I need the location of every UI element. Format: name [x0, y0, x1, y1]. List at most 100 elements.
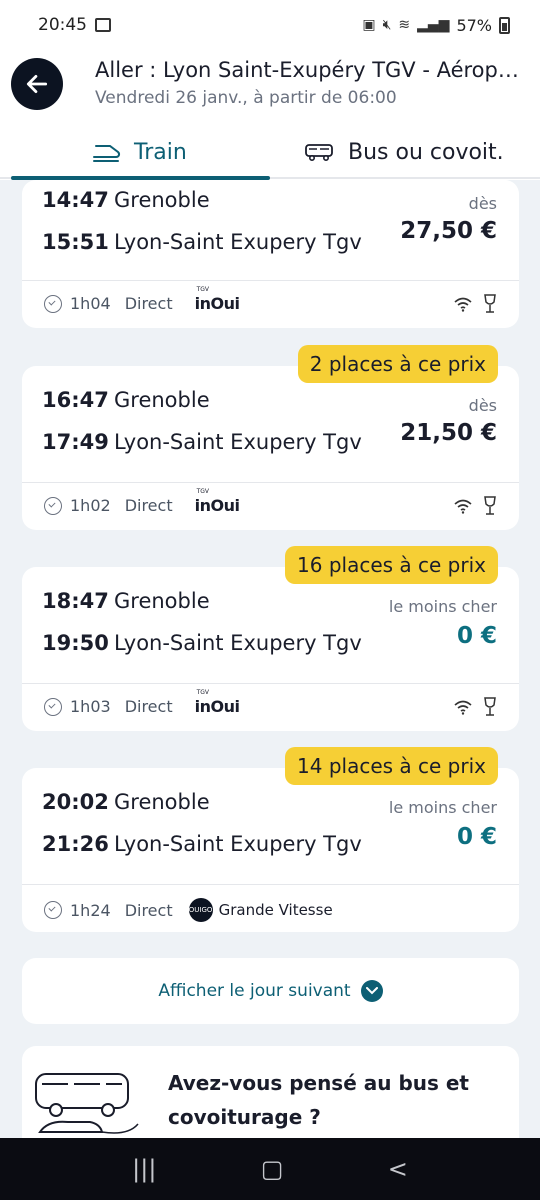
system-navigation-bar: ||| ▢ <	[0, 1138, 540, 1200]
clock-icon	[44, 496, 62, 515]
arrival-row: 17:49 Lyon-Saint Exupery Tgv	[42, 430, 362, 454]
arrival-station: Lyon-Saint Exupery Tgv	[114, 230, 362, 254]
bus-car-icon	[305, 144, 333, 162]
back-nav-icon[interactable]: <	[388, 1155, 408, 1183]
card-divider	[22, 280, 519, 281]
app-header: Aller : Lyon Saint-Exupéry TGV - Aéropor…	[0, 50, 540, 180]
departure-row: 14:47 Grenoble	[42, 188, 210, 212]
page-title: Aller : Lyon Saint-Exupéry TGV - Aéropor…	[95, 58, 525, 82]
battery-percent: 57%	[456, 15, 492, 35]
trip-meta: 1h02 Direct TGV inOui	[44, 488, 240, 515]
price: 0 €	[456, 623, 497, 649]
trip-meta: 1h04 Direct TGV inOui	[44, 286, 240, 313]
price: 21,50 €	[400, 420, 497, 446]
trip-type: Direct	[124, 697, 173, 716]
chevron-down-icon	[360, 980, 383, 1002]
back-button[interactable]	[11, 58, 63, 110]
price-label: le moins cher	[388, 798, 497, 817]
promo-line-1: Avez-vous pensé au bus et	[168, 1071, 469, 1095]
inoui-logo: TGV inOui	[194, 488, 240, 515]
trip-card[interactable]: 14:47 Grenoble dès 15:51 Lyon-Saint Exuper…	[22, 180, 519, 328]
duration: 1h04	[70, 294, 111, 313]
departure-time: 14:47	[42, 188, 109, 212]
status-icons: ▣ 🔇︎ ≋ ▂▄▆ 57%	[362, 16, 510, 35]
trip-card[interactable]: 18:47 Grenoble le moins cher 19:50 Lyon-Sa…	[22, 567, 519, 731]
mode-tabs: Train Bus ou covoit.	[0, 128, 540, 180]
inoui-logo: TGV inOui	[194, 689, 240, 716]
page-subtitle: Vendredi 26 janv., à partir de 06:00	[95, 88, 397, 108]
wifi-icon	[454, 297, 472, 312]
notification-icon: ▣	[362, 17, 376, 33]
gallery-icon	[95, 18, 111, 32]
departure-row: 16:47 Grenoble	[42, 388, 210, 412]
arrival-time: 21:26	[42, 832, 109, 856]
price: 27,50 €	[400, 218, 497, 244]
arrival-station: Lyon-Saint Exupery Tgv	[114, 430, 362, 454]
arrival-station: Lyon-Saint Exupery Tgv	[114, 832, 362, 856]
wifi-icon	[454, 700, 472, 715]
departure-time: 20:02	[42, 790, 109, 814]
departure-row: 20:02 Grenoble	[42, 790, 210, 814]
trip-meta: 1h24 Direct OUIGO Grande Vitesse	[44, 898, 333, 922]
trip-type: Direct	[124, 496, 173, 515]
departure-row: 18:47 Grenoble	[42, 589, 210, 613]
arrival-time: 19:50	[42, 631, 109, 655]
card-divider	[22, 482, 519, 483]
duration: 1h24	[70, 900, 111, 920]
mute-icon: 🔇︎	[382, 17, 392, 33]
seats-badge: 16 places à ce prix	[285, 546, 498, 584]
status-bar: 20:45 ▣ 🔇︎ ≋ ▂▄▆ 57%	[0, 0, 540, 50]
clock-icon	[44, 294, 62, 313]
amenities	[453, 697, 497, 717]
seats-badge: 2 places à ce prix	[297, 345, 498, 383]
tab-bus-carpool[interactable]: Bus ou covoit.	[304, 128, 504, 176]
departure-station: Grenoble	[114, 790, 210, 814]
departure-station: Grenoble	[114, 188, 210, 212]
clock-icon	[44, 697, 62, 716]
home-icon[interactable]: ▢	[261, 1155, 284, 1183]
departure-time: 16:47	[42, 388, 109, 412]
bus-carpool-promo[interactable]: Avez-vous pensé au bus et covoiturage ?	[22, 1046, 519, 1146]
arrival-row: 19:50 Lyon-Saint Exupery Tgv	[42, 631, 362, 655]
arrow-left-icon	[26, 75, 48, 93]
trip-card[interactable]: 20:02 Grenoble le moins cher 21:26 Lyon-Sa…	[22, 768, 519, 932]
trip-card[interactable]: 16:47 Grenoble dès 17:49 Lyon-Saint Exuper…	[22, 366, 519, 530]
next-day-label: Afficher le jour suivant	[158, 981, 351, 1001]
seats-badge: 14 places à ce prix	[285, 747, 498, 785]
arrival-time: 15:51	[42, 230, 109, 254]
promo-text: Avez-vous pensé au bus et covoiturage ?	[168, 1066, 469, 1134]
card-divider	[22, 884, 519, 885]
wifi-icon	[454, 499, 472, 514]
train-icon	[93, 145, 121, 162]
promo-line-2: covoiturage ?	[168, 1105, 321, 1129]
departure-time: 18:47	[42, 589, 109, 613]
departure-station: Grenoble	[114, 388, 210, 412]
show-next-day-button[interactable]: Afficher le jour suivant	[22, 958, 519, 1024]
ouigo-logo: OUIGO Grande Vitesse	[188, 898, 333, 922]
price-label: dès	[468, 396, 497, 415]
wifi-icon: ≋	[398, 17, 411, 33]
duration: 1h02	[70, 496, 111, 515]
status-time: 20:45	[38, 15, 87, 35]
departure-station: Grenoble	[114, 589, 210, 613]
tab-train-label: Train	[134, 139, 187, 165]
clock-icon	[44, 901, 62, 919]
price-label: dès	[468, 194, 497, 213]
arrival-row: 15:51 Lyon-Saint Exupery Tgv	[42, 230, 362, 254]
amenities	[453, 496, 497, 516]
bar-icon	[484, 697, 496, 716]
recent-apps-icon[interactable]: |||	[132, 1155, 156, 1183]
arrival-row: 21:26 Lyon-Saint Exupery Tgv	[42, 832, 362, 856]
trip-meta: 1h03 Direct TGV inOui	[44, 689, 240, 716]
price-label: le moins cher	[388, 597, 497, 616]
bar-icon	[484, 294, 496, 313]
inoui-logo: TGV inOui	[194, 286, 240, 313]
duration: 1h03	[70, 697, 111, 716]
signal-icon: ▂▄▆	[417, 17, 450, 33]
battery-icon	[499, 16, 510, 34]
tab-bus-label: Bus ou covoit.	[348, 139, 504, 165]
tab-train[interactable]: Train	[92, 128, 187, 176]
bar-icon	[484, 496, 496, 515]
trip-type: Direct	[124, 900, 173, 920]
arrival-station: Lyon-Saint Exupery Tgv	[114, 631, 362, 655]
